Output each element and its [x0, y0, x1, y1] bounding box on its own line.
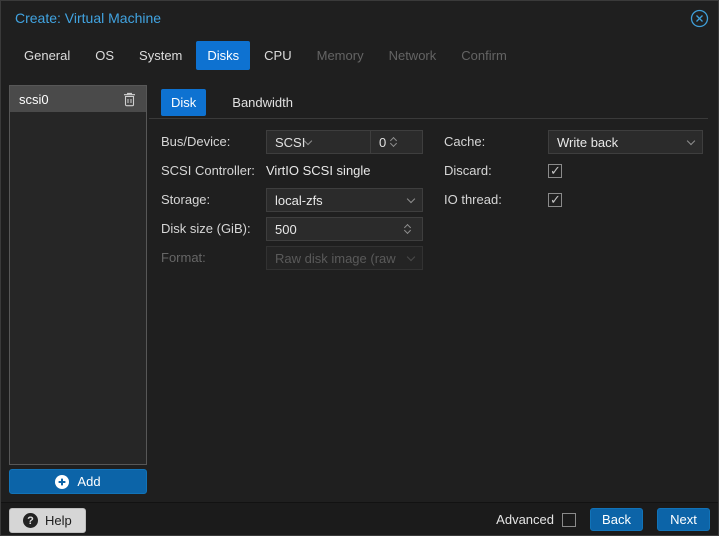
tab-bandwidth[interactable]: Bandwidth: [222, 89, 303, 116]
footer-bar: Help Advanced Back Next: [1, 502, 718, 535]
chevron-down-icon: [406, 252, 416, 261]
bus-device-group: SCSI 0: [266, 130, 423, 154]
discard-checkbox[interactable]: [548, 163, 562, 179]
dialog-title: Create: Virtual Machine: [15, 10, 162, 26]
plus-circle-icon: [55, 474, 70, 489]
tab-disks[interactable]: Disks: [196, 41, 251, 70]
discard-label: Discard:: [444, 163, 492, 178]
tab-os[interactable]: OS: [84, 41, 125, 70]
io-thread-checkbox[interactable]: [548, 192, 562, 208]
back-button[interactable]: Back: [590, 508, 643, 531]
chevron-down-icon: [686, 136, 696, 145]
delete-disk-button[interactable]: [123, 92, 137, 107]
cache-combo[interactable]: Write back: [548, 130, 703, 154]
tab-network: Network: [388, 48, 437, 63]
tab-system[interactable]: System: [128, 41, 193, 70]
help-button[interactable]: Help: [9, 508, 86, 533]
device-number-spinner[interactable]: 0: [370, 130, 423, 154]
trash-icon: [124, 92, 135, 106]
tab-general[interactable]: General: [13, 41, 81, 70]
format-label: Format:: [161, 250, 206, 265]
io-thread-label: IO thread:: [444, 192, 502, 207]
tab-disk[interactable]: Disk: [161, 89, 207, 116]
chevron-down-icon: [304, 136, 313, 145]
scsi-controller-value: VirtIO SCSI single: [266, 163, 371, 178]
storage-combo-value: local-zfs: [275, 192, 323, 208]
storage-combo[interactable]: local-zfs: [266, 188, 423, 212]
spinner-buttons[interactable]: [400, 223, 414, 235]
footer-actions: Advanced Back Next: [496, 508, 710, 531]
device-number-value: 0: [379, 134, 387, 150]
advanced-label: Advanced: [496, 512, 554, 527]
next-button[interactable]: Next: [657, 508, 710, 531]
disk-list-item-scsi0[interactable]: scsi0: [10, 86, 146, 112]
close-icon: [690, 9, 708, 27]
chevron-down-icon: [406, 194, 416, 203]
tab-cpu[interactable]: CPU: [253, 41, 302, 70]
cache-label: Cache:: [444, 134, 486, 149]
disk-panel-tab-bar: Disk Bandwidth: [161, 89, 303, 116]
storage-label: Storage:: [161, 192, 211, 207]
scsi-controller-label: SCSI Controller:: [161, 163, 255, 178]
create-vm-dialog: Create: Virtual Machine General OS Syste…: [0, 0, 719, 536]
bus-combo[interactable]: SCSI: [266, 130, 370, 154]
disk-item-label: scsi0: [19, 91, 49, 107]
cache-combo-value: Write back: [557, 134, 619, 150]
disk-size-label: Disk size (GiB):: [161, 221, 251, 236]
chevron-down-icon: [403, 226, 411, 235]
question-circle-icon: [23, 513, 38, 528]
tab-confirm: Confirm: [461, 48, 507, 63]
wizard-tab-bar: General OS System Disks CPU Memory Netwo…: [13, 41, 521, 70]
help-button-label: Help: [45, 513, 72, 528]
bus-device-label: Bus/Device:: [161, 134, 231, 149]
bus-combo-value: SCSI: [275, 134, 306, 150]
spinner-buttons[interactable]: [386, 136, 400, 148]
panel-separator: [149, 118, 708, 119]
disk-size-spinner[interactable]: 500: [266, 217, 423, 241]
tab-memory: Memory: [316, 48, 364, 63]
close-button[interactable]: [689, 8, 709, 28]
format-combo-value: Raw disk image (raw: [275, 250, 396, 266]
add-button-label: Add: [77, 474, 101, 489]
disk-list: scsi0: [9, 85, 147, 465]
advanced-checkbox[interactable]: [562, 512, 576, 527]
disk-size-value: 500: [275, 221, 297, 237]
add-disk-button[interactable]: Add: [9, 469, 147, 494]
format-combo: Raw disk image (raw: [266, 246, 423, 270]
